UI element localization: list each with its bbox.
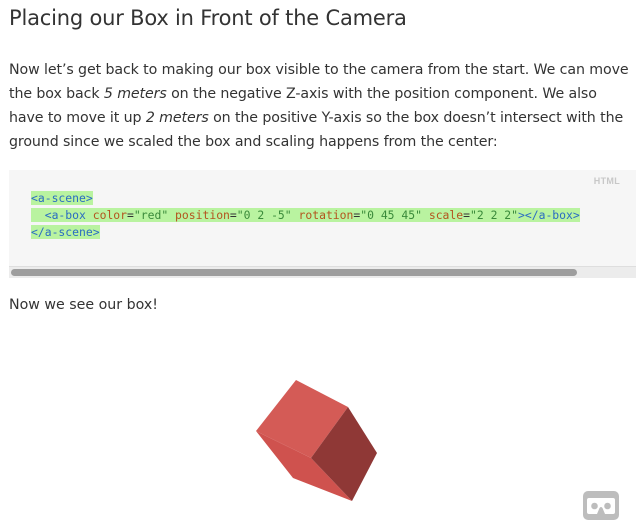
code-line-1: <a-scene> xyxy=(31,191,93,205)
code-line-2: <a-box color="red" position="0 2 -5" rot… xyxy=(31,208,580,222)
emphasis-distance-y: 2 meters xyxy=(145,110,209,126)
section-heading: Placing our Box in Front of the Camera xyxy=(9,6,407,30)
code-tag-open: <a-box xyxy=(44,208,86,222)
code-attr-position: position xyxy=(175,208,230,222)
vr-mode-button[interactable] xyxy=(583,491,619,520)
code-attr-rotation: rotation xyxy=(298,208,354,222)
code-language-label: HTML xyxy=(593,176,620,186)
cardboard-vr-icon xyxy=(587,498,615,514)
code-attr-scale: scale xyxy=(428,208,464,222)
emphasis-distance-z: 5 meters xyxy=(103,86,167,102)
code-tag-close: ></a-box> xyxy=(518,208,580,222)
code-value-rotation: "0 45 45" xyxy=(360,208,422,222)
horizontal-scrollbar[interactable] xyxy=(9,266,636,278)
aframe-scene[interactable] xyxy=(0,330,636,529)
code-line-3: </a-scene> xyxy=(31,225,100,239)
code-value-position: "0 2 -5" xyxy=(236,208,292,222)
intro-paragraph: Now let’s get back to making our box vis… xyxy=(9,58,631,154)
code-block[interactable]: HTML <a-scene> <a-box color="red" positi… xyxy=(9,170,636,278)
code-value-scale: "2 2 2" xyxy=(470,208,519,222)
code-attr-color: color xyxy=(92,208,128,222)
code-lines: <a-scene> <a-box color="red" position="0… xyxy=(31,190,580,241)
scrollbar-thumb[interactable] xyxy=(11,269,577,276)
code-value-color: "red" xyxy=(133,208,169,222)
result-paragraph: Now we see our box! xyxy=(9,297,158,313)
